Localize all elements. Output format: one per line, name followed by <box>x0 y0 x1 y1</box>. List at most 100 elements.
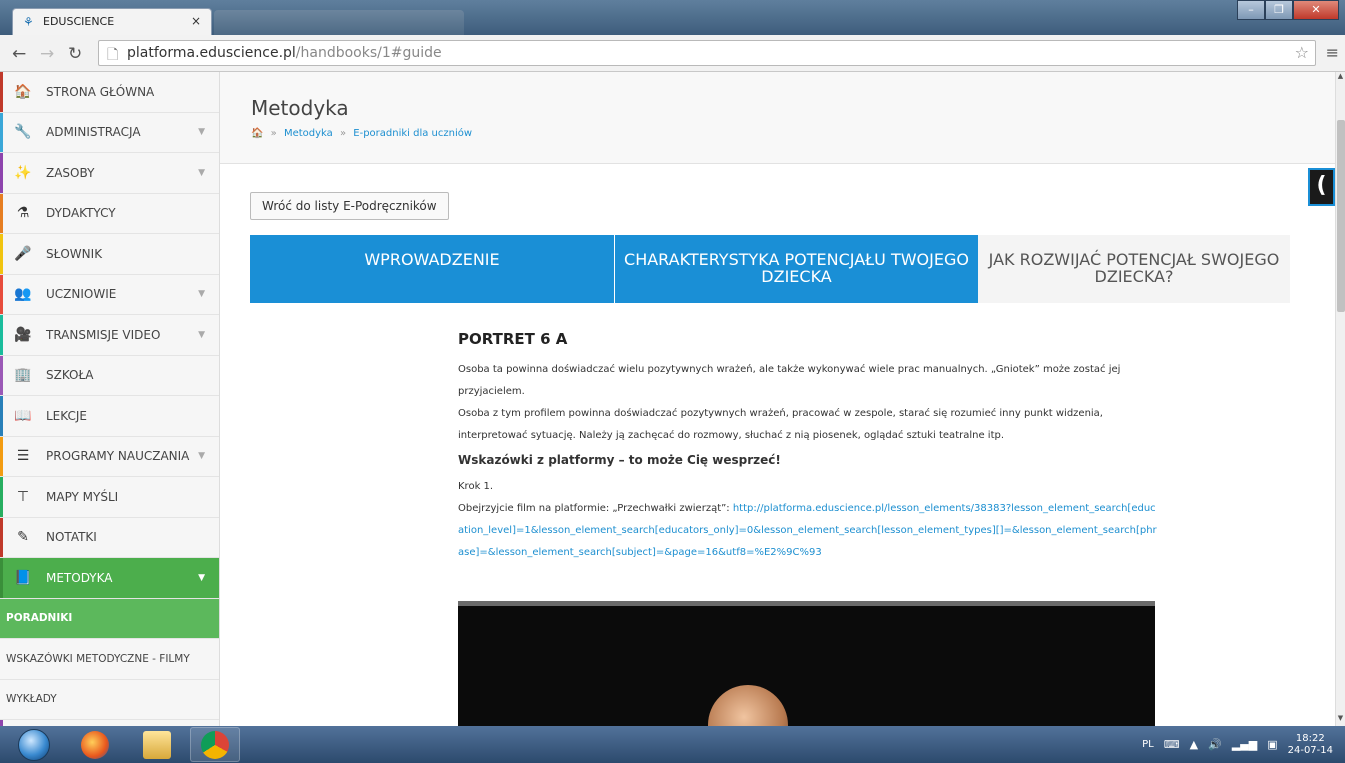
chevron-down-icon: ▼ <box>198 329 205 340</box>
sidebar-item-4[interactable]: 🎤 SŁOWNIK <box>0 234 219 275</box>
back-to-list-button[interactable]: Wróć do listy E-Podręczników <box>250 192 449 220</box>
video-frame-strip <box>458 601 1155 606</box>
keyboard-icon[interactable]: ⌨ <box>1164 738 1180 751</box>
start-button[interactable] <box>8 726 60 763</box>
sidebar-item-label: SŁOWNIK <box>46 246 103 261</box>
sidebar-item-accent <box>0 436 3 476</box>
sidebar-item-label: TRANSMISJE VIDEO <box>46 327 161 342</box>
chevron-down-icon: ▼ <box>198 289 205 300</box>
forward-arrow-icon[interactable]: → <box>40 44 54 64</box>
address-bar[interactable]: 🗋 platforma.eduscience.pl/handbooks/1#gu… <box>98 40 1316 66</box>
window-controls: – ❐ ✕ <box>1237 0 1339 20</box>
sidebar-subitem-1[interactable]: WSKAZÓWKI METODYCZNE - FILMY <box>0 639 219 680</box>
firefox-icon <box>81 730 109 759</box>
sidebar-item-accent <box>0 355 3 395</box>
sidebar-item-10[interactable]: ⊤ MAPY MYŚLI <box>0 477 219 518</box>
main-content: Metodyka 🏠 » Metodyka » E-poradniki dla … <box>220 72 1335 726</box>
volume-icon[interactable]: 🔊 <box>1208 738 1222 751</box>
tab-jak-rozwijac[interactable]: JAK ROZWIJAĆ POTENCJAŁ SWOJEGO DZIECKA? <box>978 235 1290 303</box>
sidebar-item-accent <box>0 477 3 517</box>
sidebar-item-label: UCZNIOWIE <box>46 287 117 302</box>
sidebar-item-accent <box>0 193 3 233</box>
microphone-icon: 🎤 <box>14 245 32 262</box>
breadcrumb-item-metodyka[interactable]: Metodyka <box>284 128 333 139</box>
clock-date: 24-07-14 <box>1287 744 1333 756</box>
chevron-down-icon: ▼ <box>198 572 205 583</box>
sidebar-item-label: PROGRAMY NAUCZANIA <box>46 449 190 464</box>
sidebar-item-label: ADMINISTRACJA <box>46 125 141 140</box>
close-window-button[interactable]: ✕ <box>1293 0 1339 20</box>
page-icon: 🗋 <box>107 47 119 63</box>
browser-toolbar: ← → ↻ 🗋 platforma.eduscience.pl/handbook… <box>0 35 1345 72</box>
network-signal-icon[interactable]: ▂▄▆ <box>1232 738 1257 751</box>
minimize-button[interactable]: – <box>1237 0 1265 20</box>
sidebar-item-6[interactable]: 🎥 TRANSMISJE VIDEO ▼ <box>0 315 219 356</box>
scroll-down-icon[interactable]: ▼ <box>1336 714 1345 726</box>
home-icon[interactable]: 🏠 <box>251 128 263 139</box>
browser-menu-icon[interactable]: ≡ <box>1326 43 1339 62</box>
browser-tab[interactable]: ⚘ EDUSCIENCE × <box>12 8 212 35</box>
tab-title: EDUSCIENCE <box>43 15 115 28</box>
clock[interactable]: 18:22 24-07-14 <box>1288 733 1333 757</box>
tray-app-icon[interactable]: ▣ <box>1267 738 1277 751</box>
building-icon: 🏢 <box>14 367 32 384</box>
tray-expand-icon[interactable]: ▲ <box>1190 738 1198 751</box>
folder-icon <box>143 730 171 759</box>
sidebar-item-2[interactable]: ✨ ZASOBY ▼ <box>0 153 219 194</box>
step-label: Krok 1. <box>458 481 494 492</box>
language-indicator[interactable]: PL <box>1142 739 1154 750</box>
sidebar-subitem-2[interactable]: WYKŁADY <box>0 680 219 720</box>
explorer-taskbar-button[interactable] <box>132 727 182 762</box>
scroll-thumb[interactable] <box>1337 120 1345 312</box>
users-icon: 👥 <box>14 286 32 303</box>
chrome-taskbar-button[interactable] <box>190 727 240 762</box>
sidebar-subitem-0[interactable]: PORADNIKI <box>0 598 219 639</box>
sidebar-item-3[interactable]: ⚗ DYDAKTYCY <box>0 193 219 234</box>
sidebar-item-9[interactable]: ☰ PROGRAMY NAUCZANIA ▼ <box>0 436 219 477</box>
address-domain: platforma.eduscience.pl <box>127 45 296 61</box>
firefox-taskbar-button[interactable] <box>70 727 120 762</box>
sidebar-item-5[interactable]: 👥 UCZNIOWIE ▼ <box>0 274 219 315</box>
sidebar-item-label: METODYKA <box>46 570 113 585</box>
address-path: /handbooks/1#guide <box>295 45 442 61</box>
article-subheading: Wskazówki z platformy – to może Cię wesp… <box>458 453 781 467</box>
sidebar: 🏠 STRONA GŁÓWNA 🔧 ADMINISTRACJA ▼ ✨ ZASOBY ▼ ⚗ DY… <box>0 72 220 726</box>
sidebar-item-accent <box>0 153 3 193</box>
sidebar-item-accent <box>0 112 3 152</box>
scroll-up-icon[interactable]: ▲ <box>1336 72 1345 84</box>
address-url: platforma.eduscience.pl/handbooks/1#guid… <box>127 45 442 61</box>
sidebar-item-11[interactable]: ✎ NOTATKI <box>0 517 219 558</box>
sidebar-item-7[interactable]: 🏢 SZKOŁA <box>0 355 219 396</box>
windows-logo-icon <box>18 728 50 761</box>
sidebar-item-12[interactable]: 📘 METODYKA ▼ <box>0 558 219 599</box>
sidebar-item-1[interactable]: 🔧 ADMINISTRACJA ▼ <box>0 112 219 153</box>
back-arrow-icon[interactable]: ← <box>12 44 26 64</box>
breadcrumb-item-e-poradniki[interactable]: E-poradniki dla uczniów <box>353 128 472 139</box>
tab-charakterystyka[interactable]: CHARAKTERYSTYKA POTENCJAŁU TWOJEGO DZIEC… <box>614 235 978 303</box>
phone-widget-icon[interactable]: ( <box>1308 168 1335 206</box>
sidebar-item-label: DYDAKTYCY <box>46 206 116 221</box>
wrench-icon: 🔧 <box>14 124 32 141</box>
page-header: Metodyka 🏠 » Metodyka » E-poradniki dla … <box>220 72 1335 164</box>
pencil-icon: ✎ <box>17 529 29 546</box>
chrome-icon <box>201 730 229 759</box>
chevron-down-icon: ▼ <box>198 451 205 462</box>
sidebar-item-0[interactable]: 🏠 STRONA GŁÓWNA <box>0 72 219 113</box>
page-title: Metodyka <box>251 96 349 120</box>
bookmark-star-icon[interactable]: ☆ <box>1295 43 1309 62</box>
reload-icon[interactable]: ↻ <box>68 44 82 64</box>
video-player[interactable] <box>458 601 1155 726</box>
sidebar-item-label: LEKCJE <box>46 408 87 423</box>
guide-tabs: WPROWADZENIE CHARAKTERYSTYKA POTENCJAŁU … <box>250 235 1310 303</box>
tab-wprowadzenie[interactable]: WPROWADZENIE <box>250 235 614 303</box>
wand-icon: ✨ <box>14 164 32 181</box>
tab-close-icon[interactable]: × <box>191 14 201 28</box>
maximize-button[interactable]: ❐ <box>1265 0 1293 20</box>
sidebar-item-label: NOTATKI <box>46 530 97 545</box>
sidebar-item-8[interactable]: 📖 LEKCJE <box>0 396 219 437</box>
sidebar-item-label: MAPY MYŚLI <box>46 489 119 504</box>
browser-tab-inactive[interactable] <box>214 10 464 35</box>
windows-taskbar: PL ⌨ ▲ 🔊 ▂▄▆ ▣ 18:22 24-07-14 <box>0 726 1345 763</box>
system-tray: PL ⌨ ▲ 🔊 ▂▄▆ ▣ 18:22 24-07-14 <box>1142 726 1333 763</box>
page-scrollbar[interactable]: ▲ ▼ <box>1335 72 1345 726</box>
